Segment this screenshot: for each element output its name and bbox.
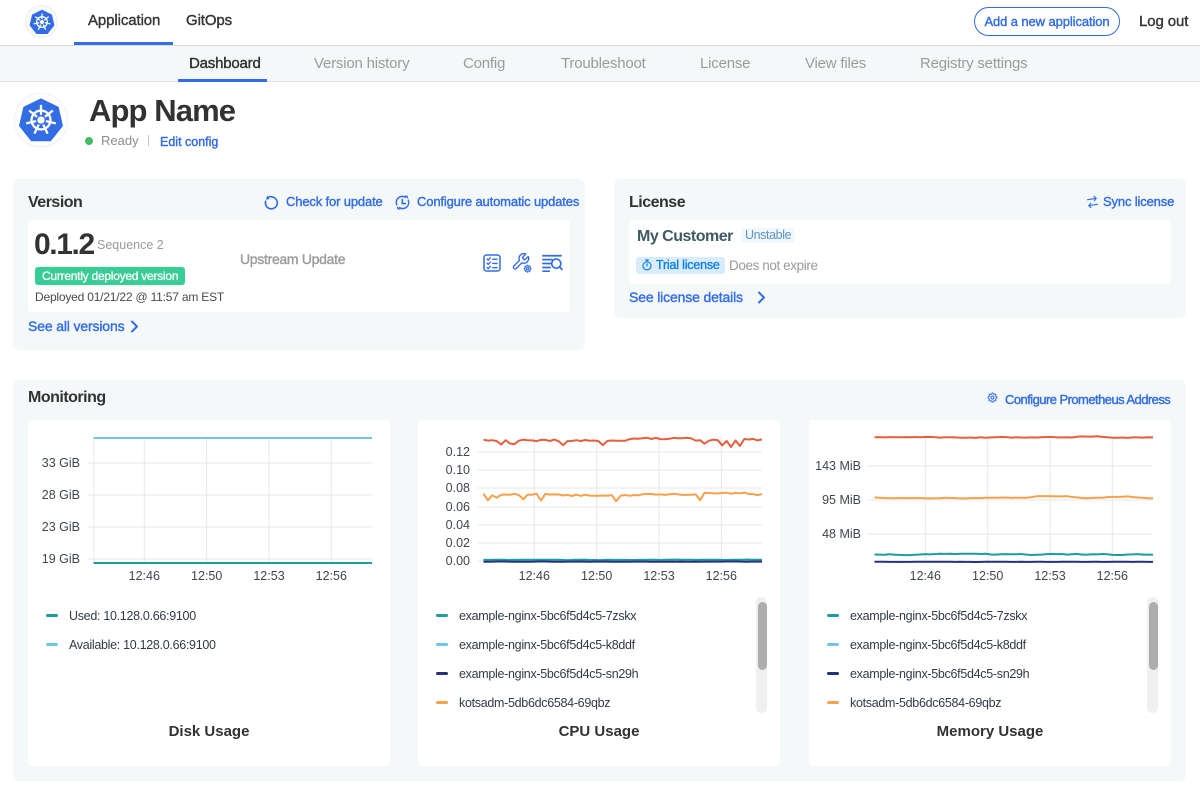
svg-text:0.06: 0.06 bbox=[446, 500, 470, 514]
svg-text:0.04: 0.04 bbox=[446, 518, 470, 532]
svg-text:0.00: 0.00 bbox=[446, 554, 470, 568]
svg-text:12:46: 12:46 bbox=[519, 569, 550, 583]
svg-text:12:56: 12:56 bbox=[706, 569, 737, 583]
svg-text:0.08: 0.08 bbox=[446, 481, 470, 495]
svg-text:12:53: 12:53 bbox=[1034, 569, 1065, 583]
svg-text:0.02: 0.02 bbox=[446, 536, 470, 550]
svg-text:12:46: 12:46 bbox=[910, 569, 941, 583]
svg-text:0.12: 0.12 bbox=[446, 445, 470, 459]
svg-text:12:53: 12:53 bbox=[643, 569, 674, 583]
svg-text:12:56: 12:56 bbox=[1097, 569, 1128, 583]
svg-text:48 MiB: 48 MiB bbox=[822, 527, 861, 541]
svg-text:12:53: 12:53 bbox=[253, 569, 284, 583]
svg-text:23 GiB: 23 GiB bbox=[42, 520, 80, 534]
svg-text:12:50: 12:50 bbox=[191, 569, 222, 583]
svg-text:12:50: 12:50 bbox=[972, 569, 1003, 583]
svg-text:0.10: 0.10 bbox=[446, 463, 470, 477]
svg-text:33 GiB: 33 GiB bbox=[42, 456, 80, 470]
svg-text:95 MiB: 95 MiB bbox=[822, 493, 861, 507]
svg-text:12:46: 12:46 bbox=[129, 569, 160, 583]
svg-text:12:50: 12:50 bbox=[581, 569, 612, 583]
svg-text:143 MiB: 143 MiB bbox=[815, 459, 861, 473]
svg-text:19 GiB: 19 GiB bbox=[42, 552, 80, 566]
svg-text:12:56: 12:56 bbox=[316, 569, 347, 583]
svg-text:28 GiB: 28 GiB bbox=[42, 488, 80, 502]
